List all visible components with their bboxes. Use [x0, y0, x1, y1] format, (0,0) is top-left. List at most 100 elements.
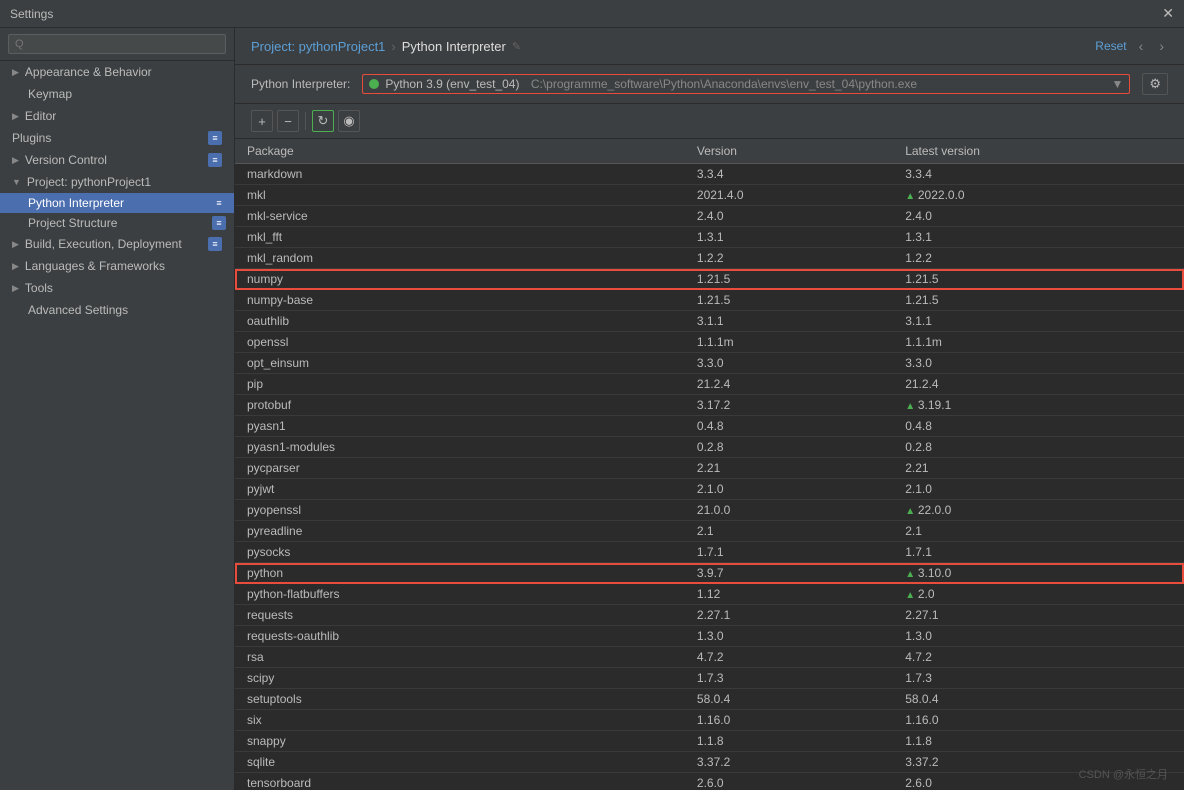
table-row[interactable]: requests2.27.12.27.1 — [235, 605, 1184, 626]
cell-package: opt_einsum — [235, 353, 685, 374]
table-row[interactable]: mkl2021.4.02022.0.0 — [235, 185, 1184, 206]
table-row[interactable]: oauthlib3.1.13.1.1 — [235, 311, 1184, 332]
table-row[interactable]: pyjwt2.1.02.1.0 — [235, 479, 1184, 500]
table-row[interactable]: snappy1.1.81.1.8 — [235, 731, 1184, 752]
table-row[interactable]: openssl1.1.1m1.1.1m — [235, 332, 1184, 353]
cell-version: 1.3.1 — [685, 227, 893, 248]
table-row[interactable]: numpy-base1.21.51.21.5 — [235, 290, 1184, 311]
sidebar-item-plugins[interactable]: Plugins ≡ — [0, 127, 234, 149]
table-row[interactable]: mkl_fft1.3.11.3.1 — [235, 227, 1184, 248]
column-header-version[interactable]: Version — [685, 139, 893, 164]
sidebar-item-advanced[interactable]: Advanced Settings — [0, 299, 234, 321]
breadcrumb-project[interactable]: Project: pythonProject1 — [251, 39, 385, 54]
nav-back-button[interactable]: ‹ — [1135, 36, 1148, 56]
sidebar-item-languages[interactable]: Languages & Frameworks — [0, 255, 234, 277]
sidebar-item-keymap[interactable]: Keymap — [0, 83, 234, 105]
sidebar-item-vcs[interactable]: Version Control ≡ — [0, 149, 234, 171]
table-row[interactable]: rsa4.7.24.7.2 — [235, 647, 1184, 668]
interpreter-dropdown-icon[interactable]: ▼ — [1111, 77, 1123, 91]
cell-version: 2.1.0 — [685, 479, 893, 500]
sidebar-item-label: Appearance & Behavior — [25, 65, 152, 79]
cell-version: 1.12 — [685, 584, 893, 605]
table-row[interactable]: six1.16.01.16.0 — [235, 710, 1184, 731]
cell-package: mkl — [235, 185, 685, 206]
cell-latest: 1.3.1 — [893, 227, 1184, 248]
sidebar-item-appearance[interactable]: Appearance & Behavior — [0, 61, 234, 83]
nav-forward-button[interactable]: › — [1155, 36, 1168, 56]
sidebar-search-input[interactable] — [8, 34, 226, 54]
refresh-packages-button[interactable]: ↻ — [312, 110, 334, 132]
sidebar-item-label: Editor — [25, 109, 56, 123]
sidebar-item-label: Version Control — [25, 153, 107, 167]
table-row[interactable]: mkl-service2.4.02.4.0 — [235, 206, 1184, 227]
cell-package: tensorboard — [235, 773, 685, 790]
cell-version: 21.0.0 — [685, 500, 893, 521]
ps-badge: ≡ — [212, 216, 226, 230]
close-button[interactable]: ✕ — [1162, 5, 1174, 22]
add-package-button[interactable]: + — [251, 110, 273, 132]
table-row[interactable]: pyopenssl21.0.022.0.0 — [235, 500, 1184, 521]
toolbar-separator — [305, 112, 306, 130]
cell-latest: 0.4.8 — [893, 416, 1184, 437]
table-row[interactable]: setuptools58.0.458.0.4 — [235, 689, 1184, 710]
cell-package: numpy — [235, 269, 685, 290]
table-row[interactable]: requests-oauthlib1.3.01.3.0 — [235, 626, 1184, 647]
column-header-package[interactable]: Package — [235, 139, 685, 164]
table-row[interactable]: mkl_random1.2.21.2.2 — [235, 248, 1184, 269]
show-package-button[interactable]: ◉ — [338, 110, 360, 132]
table-row[interactable]: pysocks1.7.11.7.1 — [235, 542, 1184, 563]
table-row[interactable]: tensorboard2.6.02.6.0 — [235, 773, 1184, 790]
table-row[interactable]: pyasn10.4.80.4.8 — [235, 416, 1184, 437]
interpreter-settings-button[interactable]: ⚙ — [1142, 73, 1168, 95]
remove-package-button[interactable]: − — [277, 110, 299, 132]
table-row[interactable]: markdown3.3.43.3.4 — [235, 164, 1184, 185]
interpreter-select-wrap[interactable]: Python 3.9 (env_test_04) C:\programme_so… — [362, 74, 1130, 94]
cell-package: oauthlib — [235, 311, 685, 332]
table-row[interactable]: pyasn1-modules0.2.80.2.8 — [235, 437, 1184, 458]
table-row[interactable]: pycparser2.212.21 — [235, 458, 1184, 479]
cell-package: openssl — [235, 332, 685, 353]
packages-toolbar: + − ↻ ◉ — [235, 104, 1184, 139]
interpreter-value: Python 3.9 (env_test_04) C:\programme_so… — [385, 77, 1105, 91]
table-row[interactable]: pip21.2.421.2.4 — [235, 374, 1184, 395]
cell-latest: 2.21 — [893, 458, 1184, 479]
cell-package: scipy — [235, 668, 685, 689]
cell-package: pyjwt — [235, 479, 685, 500]
sidebar-subitem-python-interpreter[interactable]: Python Interpreter ≡ — [0, 193, 234, 213]
pi-badge: ≡ — [212, 196, 226, 210]
sidebar-section: Appearance & Behavior Keymap Editor Plug… — [0, 61, 234, 321]
sidebar-subitem-project-structure[interactable]: Project Structure ≡ — [0, 213, 234, 233]
cell-package: numpy-base — [235, 290, 685, 311]
cell-package: pip — [235, 374, 685, 395]
sidebar-item-label: Tools — [25, 281, 53, 295]
sidebar-item-build[interactable]: Build, Execution, Deployment ≡ — [0, 233, 234, 255]
cell-latest: 1.16.0 — [893, 710, 1184, 731]
table-row[interactable]: python-flatbuffers1.122.0 — [235, 584, 1184, 605]
table-row[interactable]: scipy1.7.31.7.3 — [235, 668, 1184, 689]
table-row[interactable]: pyreadline2.12.1 — [235, 521, 1184, 542]
table-row[interactable]: protobuf3.17.23.19.1 — [235, 395, 1184, 416]
content-header: Project: pythonProject1 › Python Interpr… — [235, 28, 1184, 65]
sidebar-item-project[interactable]: Project: pythonProject1 — [0, 171, 234, 193]
cell-version: 3.37.2 — [685, 752, 893, 773]
column-header-latest[interactable]: Latest version — [893, 139, 1184, 164]
table-row[interactable]: python3.9.73.10.0 — [235, 563, 1184, 584]
cell-package: rsa — [235, 647, 685, 668]
title-bar-title: Settings — [10, 7, 53, 21]
sidebar-item-editor[interactable]: Editor — [0, 105, 234, 127]
vcs-badge: ≡ — [208, 153, 222, 167]
table-row[interactable]: sqlite3.37.23.37.2 — [235, 752, 1184, 773]
reset-button[interactable]: Reset — [1095, 39, 1126, 53]
cell-latest: 58.0.4 — [893, 689, 1184, 710]
cell-latest: 1.2.2 — [893, 248, 1184, 269]
cell-version: 1.7.1 — [685, 542, 893, 563]
sidebar-item-tools[interactable]: Tools — [0, 277, 234, 299]
cell-version: 1.2.2 — [685, 248, 893, 269]
cell-package: pyopenssl — [235, 500, 685, 521]
cell-latest: 1.3.0 — [893, 626, 1184, 647]
cell-package: sqlite — [235, 752, 685, 773]
edit-icon[interactable]: ✎ — [512, 40, 521, 53]
table-row[interactable]: numpy1.21.51.21.5 — [235, 269, 1184, 290]
sidebar-subitem-label: Project Structure — [28, 216, 117, 230]
table-row[interactable]: opt_einsum3.3.03.3.0 — [235, 353, 1184, 374]
